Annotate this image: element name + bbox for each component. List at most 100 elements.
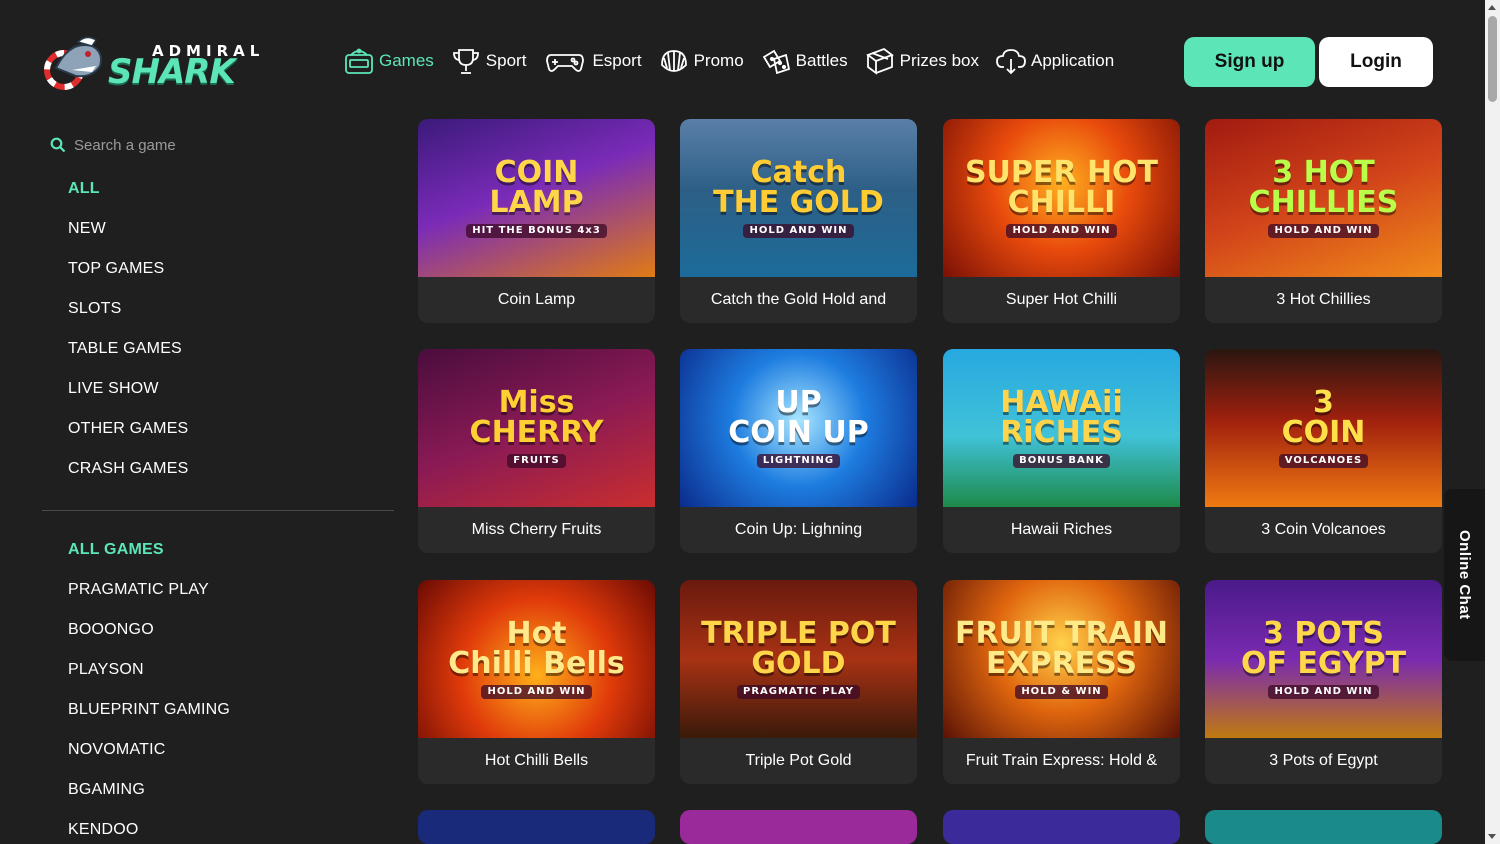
- game-card[interactable]: 3 HOT CHILLIES HOLD AND WIN 3 Hot Chillies: [1205, 119, 1442, 323]
- game-name: Catch the Gold Hold and: [710, 291, 887, 308]
- page-scrollbar[interactable]: [1485, 0, 1500, 844]
- game-thumbnail[interactable]: 3 POTS OF EGYPT HOLD AND WIN: [1205, 580, 1442, 738]
- game-card[interactable]: SUPER HOT CHILLI HOLD AND WIN Super Hot Chi…: [943, 119, 1180, 323]
- game-card[interactable]: HAWAii RiCHES BONUS BANK Hawaii Riches: [943, 349, 1180, 553]
- game-artwork-title: UP COIN UP LIGHTNING: [728, 388, 869, 468]
- game-card-partial[interactable]: [943, 810, 1180, 844]
- category-list: ALL NEW TOP GAMES SLOTS TABLE GAMES LIVE…: [68, 180, 188, 500]
- game-artwork-line: HOLD & WIN: [1015, 685, 1108, 699]
- game-thumbnail[interactable]: HAWAii RiCHES BONUS BANK: [943, 349, 1180, 507]
- game-thumbnail[interactable]: Miss CHERRY FRUITS: [418, 349, 655, 507]
- nav-label: Sport: [485, 51, 527, 70]
- game-thumbnail[interactable]: COIN LAMP HIT THE BONUS 4x3: [418, 119, 655, 277]
- sign-up-button[interactable]: Sign up: [1184, 37, 1315, 87]
- game-card[interactable]: Catch THE GOLD HOLD AND WIN Catch the Gold …: [680, 119, 917, 323]
- online-chat-tab[interactable]: Online Chat: [1444, 489, 1485, 661]
- provider-booongo[interactable]: BOOONGO: [68, 621, 230, 661]
- game-card[interactable]: TRIPLE POT GOLD PRAGMATIC PLAY Triple Pot G…: [680, 580, 917, 784]
- nav-label: Games: [379, 51, 434, 70]
- dice-icon: [762, 49, 790, 75]
- game-card[interactable]: Hot Chilli Bells HOLD AND WIN Hot Chilli Be…: [418, 580, 655, 784]
- provider-blueprint-gaming[interactable]: BLUEPRINT GAMING: [68, 701, 230, 741]
- game-artwork-line: OF EGYPT: [1240, 646, 1407, 681]
- game-card[interactable]: 3 COIN VOLCANOES 3 Coin Volcanoes: [1205, 349, 1442, 553]
- game-thumbnail[interactable]: UP COIN UP LIGHTNING: [680, 349, 917, 507]
- game-card-partial[interactable]: [680, 810, 917, 844]
- game-thumbnail[interactable]: 3 COIN VOLCANOES: [1205, 349, 1442, 507]
- provider-all-games[interactable]: ALL GAMES: [68, 541, 230, 581]
- game-artwork-line: HAWAii: [1000, 385, 1123, 420]
- shark-mascot-icon: [44, 36, 102, 90]
- game-artwork-line: HOLD AND WIN: [481, 685, 592, 699]
- game-card[interactable]: 3 POTS OF EGYPT HOLD AND WIN 3 Pots of Egyp…: [1205, 580, 1442, 784]
- category-crash-games[interactable]: CRASH GAMES: [68, 460, 188, 500]
- game-artwork-line: Hot: [506, 616, 567, 651]
- category-table-games[interactable]: TABLE GAMES: [68, 340, 188, 380]
- nav-label: Esport: [592, 51, 642, 70]
- category-new[interactable]: NEW: [68, 220, 188, 260]
- game-artwork-line: Miss: [498, 385, 575, 420]
- provider-bgaming[interactable]: BGAMING: [68, 781, 230, 821]
- category-live-show[interactable]: LIVE SHOW: [68, 380, 188, 420]
- nav-games[interactable]: Games: [343, 45, 434, 77]
- game-card-partial[interactable]: [1205, 810, 1442, 844]
- game-thumbnail[interactable]: 3 HOT CHILLIES HOLD AND WIN: [1205, 119, 1442, 277]
- game-artwork-line: LIGHTNING: [756, 454, 841, 468]
- nav-label: Prizes box: [899, 51, 980, 70]
- category-top-games[interactable]: TOP GAMES: [68, 260, 188, 300]
- provider-playson[interactable]: PLAYSON: [68, 661, 230, 701]
- game-artwork-line: HOLD AND WIN: [1268, 224, 1379, 238]
- category-slots[interactable]: SLOTS: [68, 300, 188, 340]
- game-thumbnail[interactable]: Catch THE GOLD HOLD AND WIN: [680, 119, 917, 277]
- game-name: Hot Chilli Bells: [484, 752, 589, 769]
- game-artwork-title: Hot Chilli Bells HOLD AND WIN: [448, 619, 625, 699]
- nav-prizes-box[interactable]: Prizes box: [864, 45, 979, 77]
- search-input[interactable]: [74, 136, 354, 154]
- game-artwork-line: VOLCANOES: [1278, 454, 1369, 468]
- sidebar-divider: [42, 510, 394, 511]
- category-all[interactable]: ALL: [68, 180, 188, 220]
- game-card[interactable]: UP COIN UP LIGHTNING Coin Up: Lighning: [680, 349, 917, 553]
- game-thumbnail[interactable]: SUPER HOT CHILLI HOLD AND WIN: [943, 119, 1180, 277]
- game-artwork-line: 3: [1313, 385, 1334, 420]
- game-artwork-title: 3 POTS OF EGYPT HOLD AND WIN: [1241, 619, 1406, 699]
- scroll-down-icon[interactable]: [1488, 834, 1496, 839]
- logo[interactable]: ADMIRAL SHARK: [42, 30, 259, 94]
- nav-battles[interactable]: Battles: [760, 45, 848, 77]
- game-artwork-line: GOLD: [751, 646, 846, 681]
- provider-novomatic[interactable]: NOVOMATIC: [68, 741, 230, 781]
- game-name: Hawaii Riches: [1010, 521, 1113, 538]
- chat-label: Online Chat: [1456, 530, 1473, 620]
- game-artwork-line: UP: [775, 385, 822, 420]
- provider-pragmatic-play[interactable]: PRAGMATIC PLAY: [68, 581, 230, 621]
- game-thumbnail[interactable]: TRIPLE POT GOLD PRAGMATIC PLAY: [680, 580, 917, 738]
- nav-sport[interactable]: Sport: [450, 45, 527, 77]
- game-card[interactable]: FRUIT TRAIN EXPRESS HOLD & WIN Fruit Train …: [943, 580, 1180, 784]
- game-artwork-title: Catch THE GOLD HOLD AND WIN: [713, 158, 884, 238]
- category-other-games[interactable]: OTHER GAMES: [68, 420, 188, 460]
- game-artwork-line: HOLD AND WIN: [1268, 685, 1379, 699]
- nav-application[interactable]: Application: [995, 45, 1114, 77]
- game-artwork-line: Chilli Bells: [448, 646, 625, 681]
- provider-kendoo[interactable]: KENDOO: [68, 821, 230, 844]
- login-button[interactable]: Login: [1319, 37, 1433, 87]
- main-nav: Games Sport Esport Promo Battles Prizes …: [343, 42, 1130, 80]
- game-artwork-line: RiCHES: [1000, 415, 1123, 450]
- game-card-partial[interactable]: [418, 810, 655, 844]
- nav-esport[interactable]: Esport: [542, 45, 642, 77]
- game-artwork-title: COIN LAMP HIT THE BONUS 4x3: [466, 158, 607, 238]
- site-header: ADMIRAL SHARK Games Sport Esport Promo B…: [0, 0, 1485, 120]
- game-card[interactable]: COIN LAMP HIT THE BONUS 4x3 Coin Lamp: [418, 119, 655, 323]
- game-artwork-line: EXPRESS: [985, 646, 1138, 681]
- game-thumbnail[interactable]: Hot Chilli Bells HOLD AND WIN: [418, 580, 655, 738]
- game-artwork-line: CHILLIES: [1248, 185, 1399, 220]
- provider-list: ALL GAMES PRAGMATIC PLAY BOOONGO PLAYSON…: [68, 541, 230, 844]
- nav-promo[interactable]: Promo: [658, 45, 744, 77]
- game-card[interactable]: Miss CHERRY FRUITS Miss Cherry Fruits: [418, 349, 655, 553]
- game-name: 3 Pots of Egypt: [1269, 752, 1378, 769]
- game-thumbnail[interactable]: FRUIT TRAIN EXPRESS HOLD & WIN: [943, 580, 1180, 738]
- scroll-up-icon[interactable]: [1488, 5, 1496, 10]
- game-name: Coin Lamp: [497, 291, 576, 308]
- scrollbar-thumb[interactable]: [1488, 16, 1497, 102]
- game-artwork-line: THE GOLD: [713, 185, 884, 220]
